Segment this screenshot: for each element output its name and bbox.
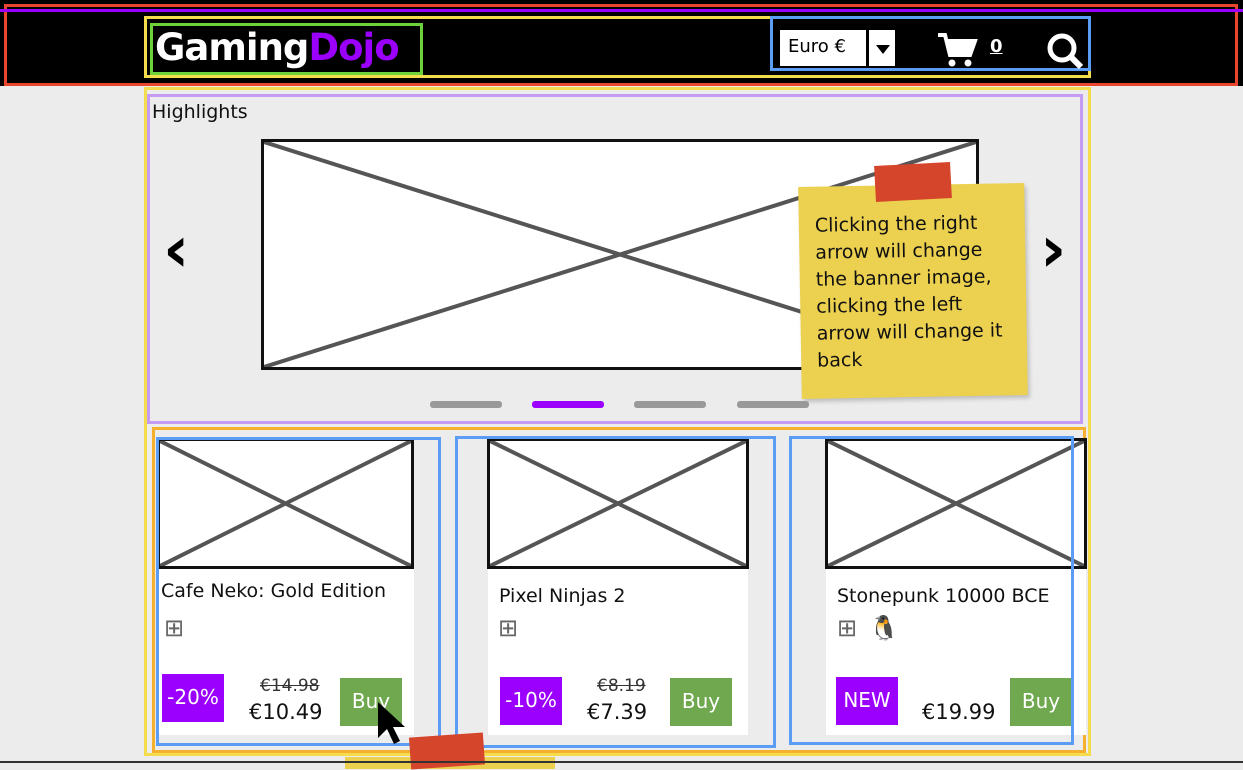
price: €19.99 [922, 700, 996, 724]
mouse-cursor-icon [378, 702, 405, 744]
note-tape [874, 162, 952, 202]
slide-dot-2-active[interactable] [532, 401, 604, 408]
price: €7.39 [587, 700, 648, 724]
buy-button[interactable]: Buy [1010, 678, 1072, 726]
old-price: €8.19 [597, 676, 646, 696]
currency-select[interactable]: Euro € [780, 30, 866, 66]
logo-text-dojo: Dojo [308, 26, 399, 69]
slide-dot-4[interactable] [737, 401, 809, 408]
product-title[interactable]: Pixel Ninjas 2 [499, 585, 625, 607]
cart-count[interactable]: 0 [990, 36, 1003, 57]
chevron-down-icon[interactable] [867, 30, 895, 66]
price: €10.49 [249, 700, 323, 724]
slide-dot-3[interactable] [634, 401, 706, 408]
note-tape-bottom [408, 732, 486, 770]
discount-badge: -10% [500, 677, 562, 725]
cart-icon[interactable] [936, 32, 978, 68]
new-badge: NEW [836, 677, 898, 725]
divider [0, 761, 1243, 763]
prev-arrow-icon[interactable]: ‹ [163, 218, 189, 282]
next-arrow-icon[interactable]: › [1040, 218, 1066, 282]
logo[interactable]: GamingDojo [155, 26, 400, 69]
logo-text-gaming: Gaming [155, 26, 309, 69]
product-image[interactable] [487, 438, 749, 569]
buy-button[interactable]: Buy [670, 678, 732, 726]
old-price: €14.98 [260, 676, 320, 696]
sticky-note: Clicking the right arrow will change the… [798, 183, 1028, 399]
discount-badge: -20% [162, 674, 224, 722]
accent-line [0, 9, 1243, 12]
search-icon[interactable] [1046, 32, 1084, 70]
product-title[interactable]: Stonepunk 10000 BCE [837, 585, 1050, 607]
windows-icon: ⊞ [164, 614, 185, 642]
linux-icon: 🐧 [869, 614, 899, 642]
windows-icon: ⊞ [498, 614, 519, 642]
product-image[interactable] [825, 438, 1087, 569]
highlights-title: Highlights [152, 101, 248, 123]
windows-icon: ⊞ [837, 614, 858, 642]
product-title[interactable]: Cafe Neko: Gold Edition [161, 580, 386, 602]
slide-dot-1[interactable] [430, 401, 502, 408]
product-image[interactable] [157, 438, 414, 569]
